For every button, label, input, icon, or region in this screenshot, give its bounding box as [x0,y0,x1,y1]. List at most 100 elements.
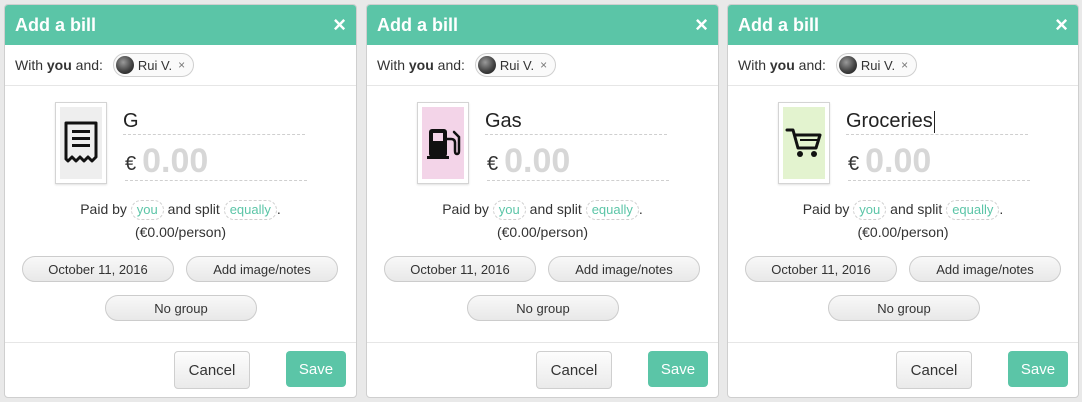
payer-selector[interactable]: you [853,200,887,220]
modal-title: Add a bill [377,14,458,35]
avatar [477,56,496,74]
with-suffix: and: [798,57,826,73]
add-bill-modal: Add a bill × With you and: Rui V. × [366,4,719,398]
amount-field[interactable]: € 0.00 [487,142,669,181]
modal-header: Add a bill × [5,5,356,45]
close-icon[interactable]: × [333,14,346,36]
per-person-amount: (€0.00/person) [134,224,227,240]
with-label: With you and: [377,57,465,73]
with-suffix: and: [437,57,465,73]
participant-chip[interactable]: Rui V. × [474,53,557,77]
group-button[interactable]: No group [105,295,257,321]
amount-field[interactable]: € 0.00 [848,142,1030,181]
split-label: and split [167,201,220,217]
category-button[interactable] [55,102,107,184]
category-icon-bg [422,107,464,179]
cart-icon [785,128,822,157]
paid-by-line: Paid by you and split equally. [728,200,1078,220]
currency-symbol[interactable]: € [125,153,136,176]
split-label: and split [890,201,943,217]
amount-field[interactable]: € 0.00 [125,142,307,181]
description-input[interactable]: Gas [485,108,667,135]
date-button[interactable]: October 11, 2016 [745,256,897,282]
modal-footer: Cancel Save [5,342,356,397]
category-button[interactable] [417,102,469,184]
group-button[interactable]: No group [467,295,619,321]
remove-participant-icon[interactable]: × [178,58,185,72]
category-button[interactable] [778,102,830,184]
category-icon-bg [60,107,102,179]
description-text: Groceries [846,110,933,132]
save-button[interactable]: Save [286,351,346,387]
with-prefix: With [738,57,766,73]
amount-input[interactable]: 0.00 [865,142,931,181]
close-icon[interactable]: × [1055,14,1068,36]
split-selector[interactable]: equally [585,200,639,220]
modal-header: Add a bill × [367,5,718,45]
add-notes-button[interactable]: Add image/notes [548,256,700,282]
add-notes-button[interactable]: Add image/notes [909,256,1061,282]
participant-name: Rui V. [860,57,896,73]
close-icon[interactable]: × [695,14,708,36]
with-you: you [769,57,795,73]
bill-main: Gas € 0.00 Paid by you and split equally… [367,86,718,338]
avatar [115,56,134,74]
bill-main: Groceries € 0.00 Paid by you and split e… [728,86,1078,338]
split-label: and split [529,201,582,217]
with-prefix: With [377,57,405,73]
per-person-amount: (€0.00/person) [857,224,949,240]
add-notes-button[interactable]: Add image/notes [186,256,338,282]
cancel-button[interactable]: Cancel [896,351,972,389]
payer-selector[interactable]: you [492,200,526,220]
with-prefix: With [15,57,43,73]
amount-input[interactable]: 0.00 [504,142,570,181]
gas-pump-icon [427,129,461,159]
participant-chip[interactable]: Rui V. × [835,53,918,77]
modal-title: Add a bill [738,14,819,35]
save-button[interactable]: Save [648,351,708,387]
amount-input[interactable]: 0.00 [142,142,208,181]
paid-by-label: Paid by [80,201,127,217]
with-label: With you and: [738,57,826,73]
period: . [276,201,281,217]
with-you: you [408,57,434,73]
modal-footer: Cancel Save [728,342,1078,397]
paid-by-line: Paid by you and split equally. [5,200,356,220]
add-bill-modal: Add a bill × With you and: Rui V. × [4,4,357,398]
period: . [999,201,1004,217]
per-person-amount: (€0.00/person) [496,224,589,240]
date-button[interactable]: October 11, 2016 [384,256,536,282]
with-row: With you and: Rui V. × [367,45,718,86]
cancel-button[interactable]: Cancel [174,351,250,389]
paid-by-label: Paid by [802,201,850,217]
cancel-button[interactable]: Cancel [536,351,612,389]
group-button[interactable]: No group [828,295,980,321]
participant-name: Rui V. [499,57,535,73]
category-icon-bg [783,107,825,179]
description-input[interactable]: G [123,108,305,135]
currency-symbol[interactable]: € [848,153,859,176]
paid-by-line: Paid by you and split equally. [367,200,718,220]
participant-name: Rui V. [137,57,173,73]
modal-footer: Cancel Save [367,342,718,397]
with-label: With you and: [15,57,103,73]
save-button[interactable]: Save [1008,351,1068,387]
receipt-icon [64,121,98,163]
currency-symbol[interactable]: € [487,153,498,176]
add-bill-panels: Add a bill × With you and: Rui V. × G € … [0,0,1082,402]
paid-by-label: Paid by [442,201,489,217]
remove-participant-icon[interactable]: × [540,58,547,72]
text-caret [933,110,935,133]
split-selector[interactable]: equally [223,200,277,220]
payer-selector[interactable]: you [130,200,164,220]
avatar [838,56,857,74]
modal-title: Add a bill [15,14,96,35]
period: . [638,201,643,217]
participant-chip[interactable]: Rui V. × [112,53,195,77]
split-selector[interactable]: equally [946,200,1000,220]
modal-header: Add a bill × [728,5,1078,45]
with-suffix: and: [75,57,103,73]
date-button[interactable]: October 11, 2016 [22,256,174,282]
description-input[interactable]: Groceries [846,108,1028,135]
remove-participant-icon[interactable]: × [901,58,908,72]
